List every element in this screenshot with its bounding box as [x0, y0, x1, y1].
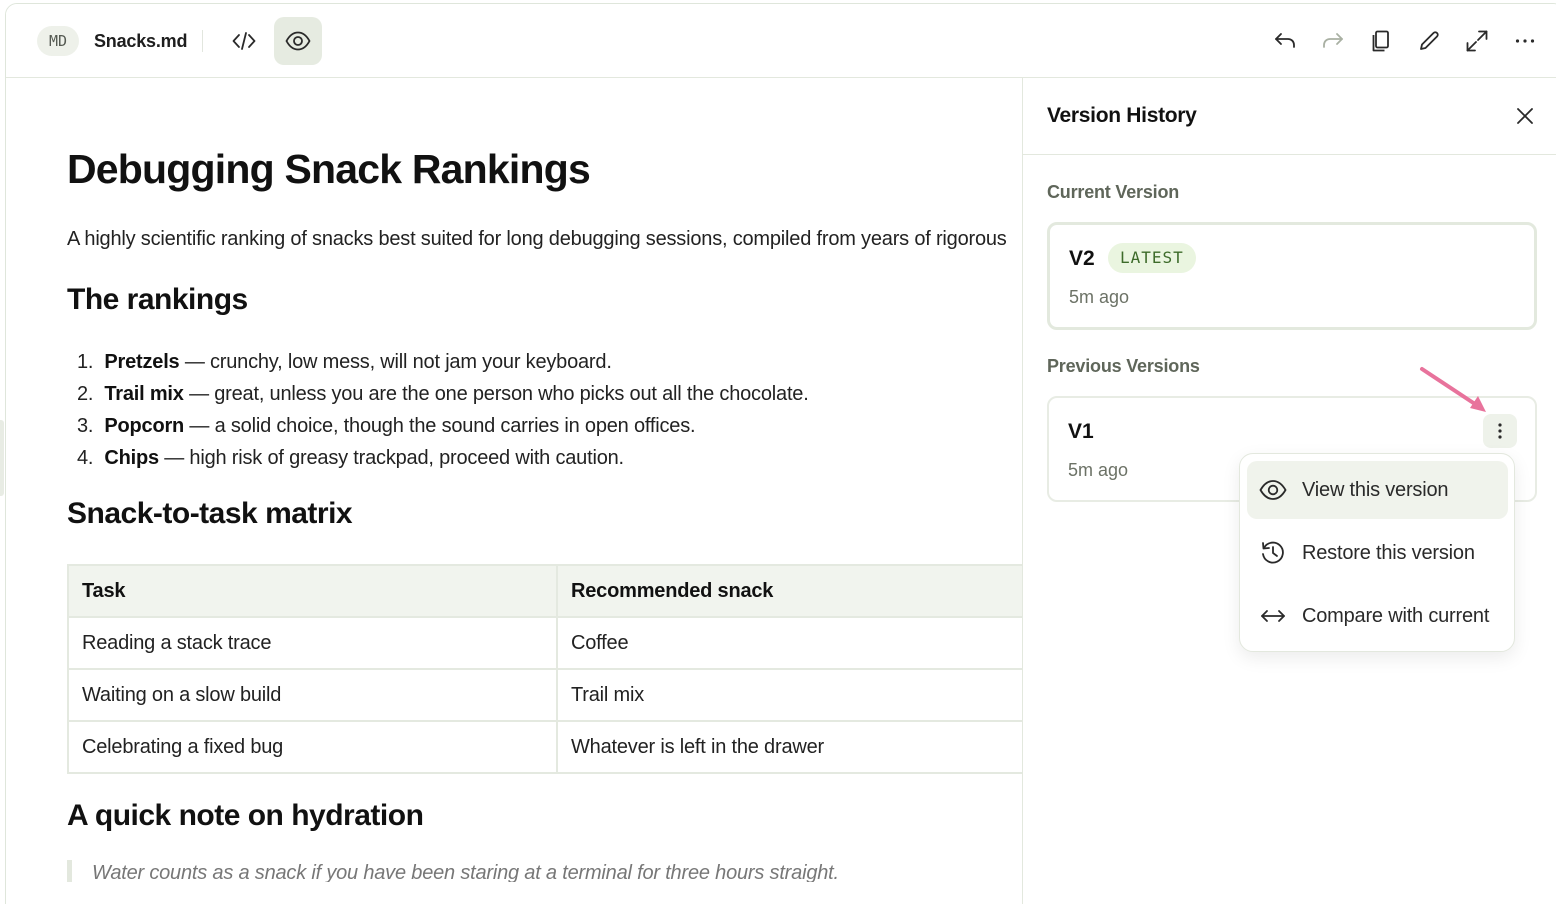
compare-version-menu-item[interactable]: Compare with current	[1247, 587, 1508, 645]
hydration-heading: A quick note on hydration	[67, 799, 424, 832]
toolbar-divider	[202, 30, 203, 52]
left-edge-handle	[0, 420, 4, 496]
expand-icon	[1466, 30, 1488, 52]
version-time: 5m ago	[1069, 287, 1130, 307]
table-cell: Waiting on a slow build	[67, 668, 558, 722]
menu-item-label: View this version	[1302, 478, 1449, 501]
table-cell: Reading a stack trace	[67, 616, 558, 670]
toolbar: MD Snacks.md	[6, 4, 1556, 78]
table-row: Reading a stack trace Coffee	[67, 616, 1167, 670]
table-cell: Celebrating a fixed bug	[67, 720, 558, 774]
rankings-list: 1. Pretzels — crunchy, low mess, will no…	[77, 346, 809, 474]
restore-version-menu-item[interactable]: Restore this version	[1247, 524, 1508, 582]
version-name: V1	[1068, 420, 1094, 443]
close-panel-button[interactable]	[1511, 102, 1539, 130]
snack-task-table: Task Recommended snack Reading a stack t…	[67, 564, 1167, 774]
vertical-dots-icon	[1498, 423, 1502, 439]
list-item: 2. Trail mix — great, unless you are the…	[77, 383, 809, 405]
file-type-badge: MD	[37, 26, 80, 56]
redo-icon	[1323, 33, 1343, 48]
version-context-menu: View this version Restore this version C…	[1239, 453, 1515, 652]
menu-item-label: Restore this version	[1302, 541, 1475, 564]
doc-intro: A highly scientific ranking of snacks be…	[67, 228, 1007, 250]
list-item: 3. Popcorn — a solid choice, though the …	[77, 415, 696, 437]
preview-view-button[interactable]	[274, 17, 322, 65]
more-icon	[1515, 39, 1535, 43]
current-version-label: Current Version	[1047, 182, 1180, 202]
current-version-card[interactable]: V2 LATEST 5m ago	[1047, 222, 1537, 330]
table-row: Celebrating a fixed bug Whatever is left…	[67, 720, 1167, 774]
copy-button[interactable]	[1357, 17, 1405, 65]
annotation-arrow-icon	[1420, 367, 1486, 412]
list-item: 4. Chips — high risk of greasy trackpad,…	[77, 447, 624, 469]
previous-versions-label: Previous Versions	[1047, 356, 1200, 376]
menu-item-label: Compare with current	[1302, 604, 1490, 627]
quote-text: Water counts as a snack if you have been…	[92, 862, 839, 882]
history-icon	[1259, 539, 1287, 567]
pencil-icon	[1420, 31, 1439, 50]
code-view-button[interactable]	[220, 17, 268, 65]
code-icon	[232, 32, 256, 50]
redo-button[interactable]	[1309, 17, 1357, 65]
undo-icon	[1275, 33, 1295, 48]
latest-badge: LATEST	[1108, 243, 1196, 273]
more-options-button[interactable]	[1501, 17, 1549, 65]
panel-title: Version History	[1047, 104, 1197, 127]
panel-header: Version History	[1023, 78, 1556, 155]
rankings-heading: The rankings	[67, 283, 248, 316]
copy-icon	[1372, 30, 1389, 52]
version-options-button[interactable]	[1483, 414, 1517, 448]
expand-button[interactable]	[1453, 17, 1501, 65]
list-item: 1. Pretzels — crunchy, low mess, will no…	[77, 351, 612, 373]
close-icon	[1517, 108, 1533, 124]
edit-button[interactable]	[1405, 17, 1453, 65]
eye-icon	[1259, 476, 1287, 504]
eye-icon	[285, 31, 311, 51]
table-row: Waiting on a slow build Trail mix	[67, 668, 1167, 722]
blockquote: Water counts as a snack if you have been…	[67, 860, 839, 882]
matrix-heading: Snack-to-task matrix	[67, 497, 353, 530]
view-version-menu-item[interactable]: View this version	[1247, 461, 1508, 519]
undo-button[interactable]	[1261, 17, 1309, 65]
version-name: V2	[1069, 247, 1095, 270]
doc-title: Debugging Snack Rankings	[67, 146, 591, 192]
file-name: Snacks.md	[94, 31, 188, 51]
compare-arrows-icon	[1259, 602, 1287, 630]
table-header-cell: Task	[67, 564, 558, 618]
table-header-row: Task Recommended snack	[67, 564, 1167, 618]
version-time: 5m ago	[1068, 460, 1129, 480]
